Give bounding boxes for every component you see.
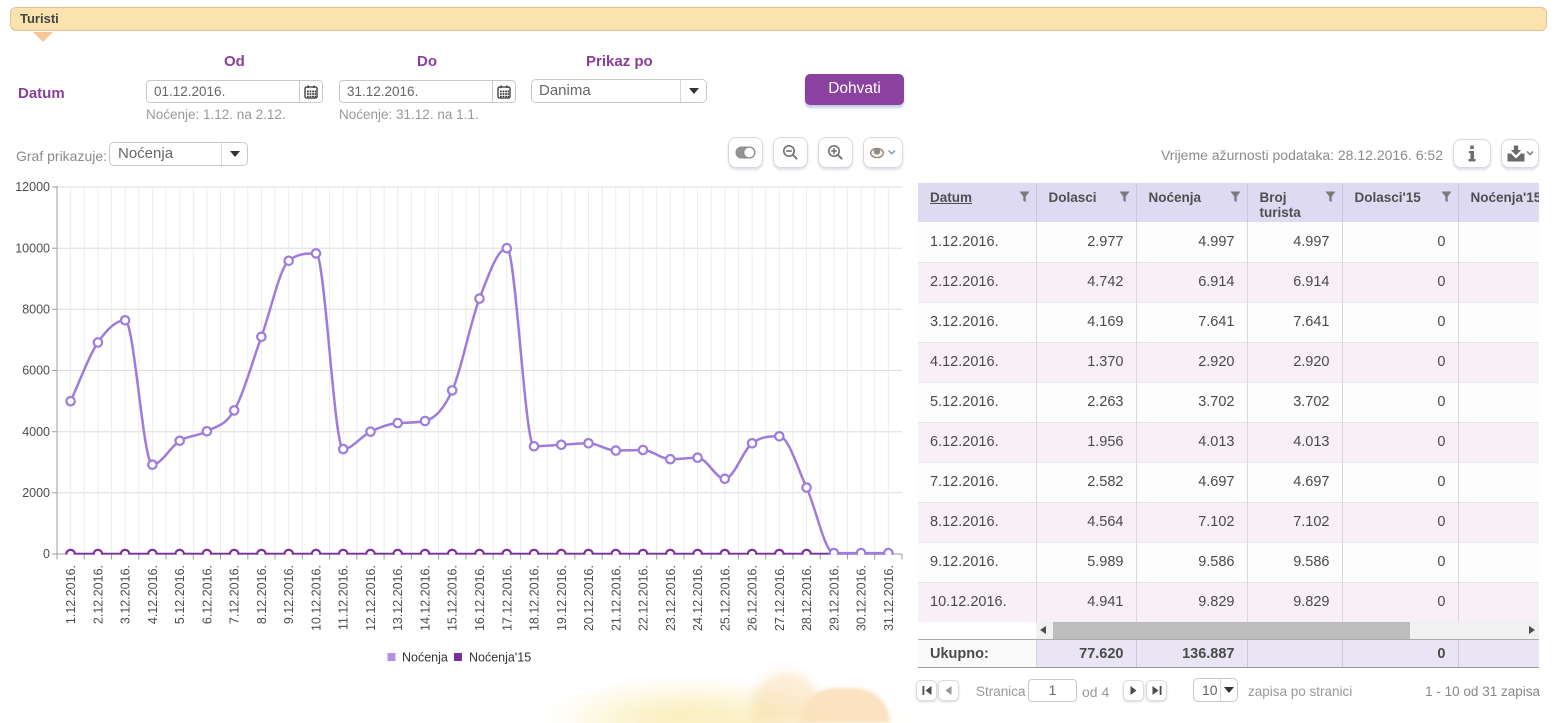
svg-text:Noćenja'15: Noćenja'15 [469, 651, 531, 665]
svg-text:24.12.2016.: 24.12.2016. [691, 565, 705, 631]
svg-text:22.12.2016.: 22.12.2016. [637, 565, 651, 631]
svg-text:2.12.2016.: 2.12.2016. [91, 565, 105, 624]
svg-text:9.12.2016.: 9.12.2016. [282, 565, 296, 624]
svg-text:8.12.2016.: 8.12.2016. [255, 565, 269, 624]
svg-text:10000: 10000 [15, 241, 50, 255]
svg-text:0: 0 [43, 547, 50, 561]
svg-text:4000: 4000 [22, 425, 50, 439]
svg-text:25.12.2016.: 25.12.2016. [718, 565, 732, 631]
svg-text:20.12.2016.: 20.12.2016. [582, 565, 596, 631]
svg-text:Noćenja: Noćenja [402, 651, 448, 665]
svg-text:8000: 8000 [22, 303, 50, 317]
svg-text:19.12.2016.: 19.12.2016. [555, 565, 569, 631]
svg-text:31.12.2016.: 31.12.2016. [882, 565, 896, 631]
svg-text:12.12.2016.: 12.12.2016. [364, 565, 378, 631]
svg-text:7.12.2016.: 7.12.2016. [228, 565, 242, 624]
svg-text:12000: 12000 [15, 180, 50, 194]
svg-text:5.12.2016.: 5.12.2016. [173, 565, 187, 624]
svg-text:3.12.2016.: 3.12.2016. [119, 565, 133, 624]
svg-text:13.12.2016.: 13.12.2016. [391, 565, 405, 631]
svg-text:10.12.2016.: 10.12.2016. [310, 565, 324, 631]
svg-text:29.12.2016.: 29.12.2016. [827, 565, 841, 631]
svg-text:30.12.2016.: 30.12.2016. [855, 565, 869, 631]
svg-text:27.12.2016.: 27.12.2016. [773, 565, 787, 631]
svg-text:28.12.2016.: 28.12.2016. [800, 565, 814, 631]
svg-text:15.12.2016.: 15.12.2016. [446, 565, 460, 631]
svg-text:14.12.2016.: 14.12.2016. [419, 565, 433, 631]
svg-text:1.12.2016.: 1.12.2016. [64, 565, 78, 624]
svg-text:18.12.2016.: 18.12.2016. [528, 565, 542, 631]
svg-text:4.12.2016.: 4.12.2016. [146, 565, 160, 624]
svg-text:11.12.2016.: 11.12.2016. [337, 565, 351, 630]
svg-text:17.12.2016.: 17.12.2016. [500, 565, 514, 631]
svg-text:23.12.2016.: 23.12.2016. [664, 565, 678, 631]
svg-text:6000: 6000 [22, 364, 50, 378]
svg-text:26.12.2016.: 26.12.2016. [746, 565, 760, 631]
svg-text:6.12.2016.: 6.12.2016. [200, 565, 214, 624]
svg-text:2000: 2000 [22, 486, 50, 500]
svg-text:21.12.2016.: 21.12.2016. [609, 565, 623, 631]
svg-text:16.12.2016.: 16.12.2016. [473, 565, 487, 631]
